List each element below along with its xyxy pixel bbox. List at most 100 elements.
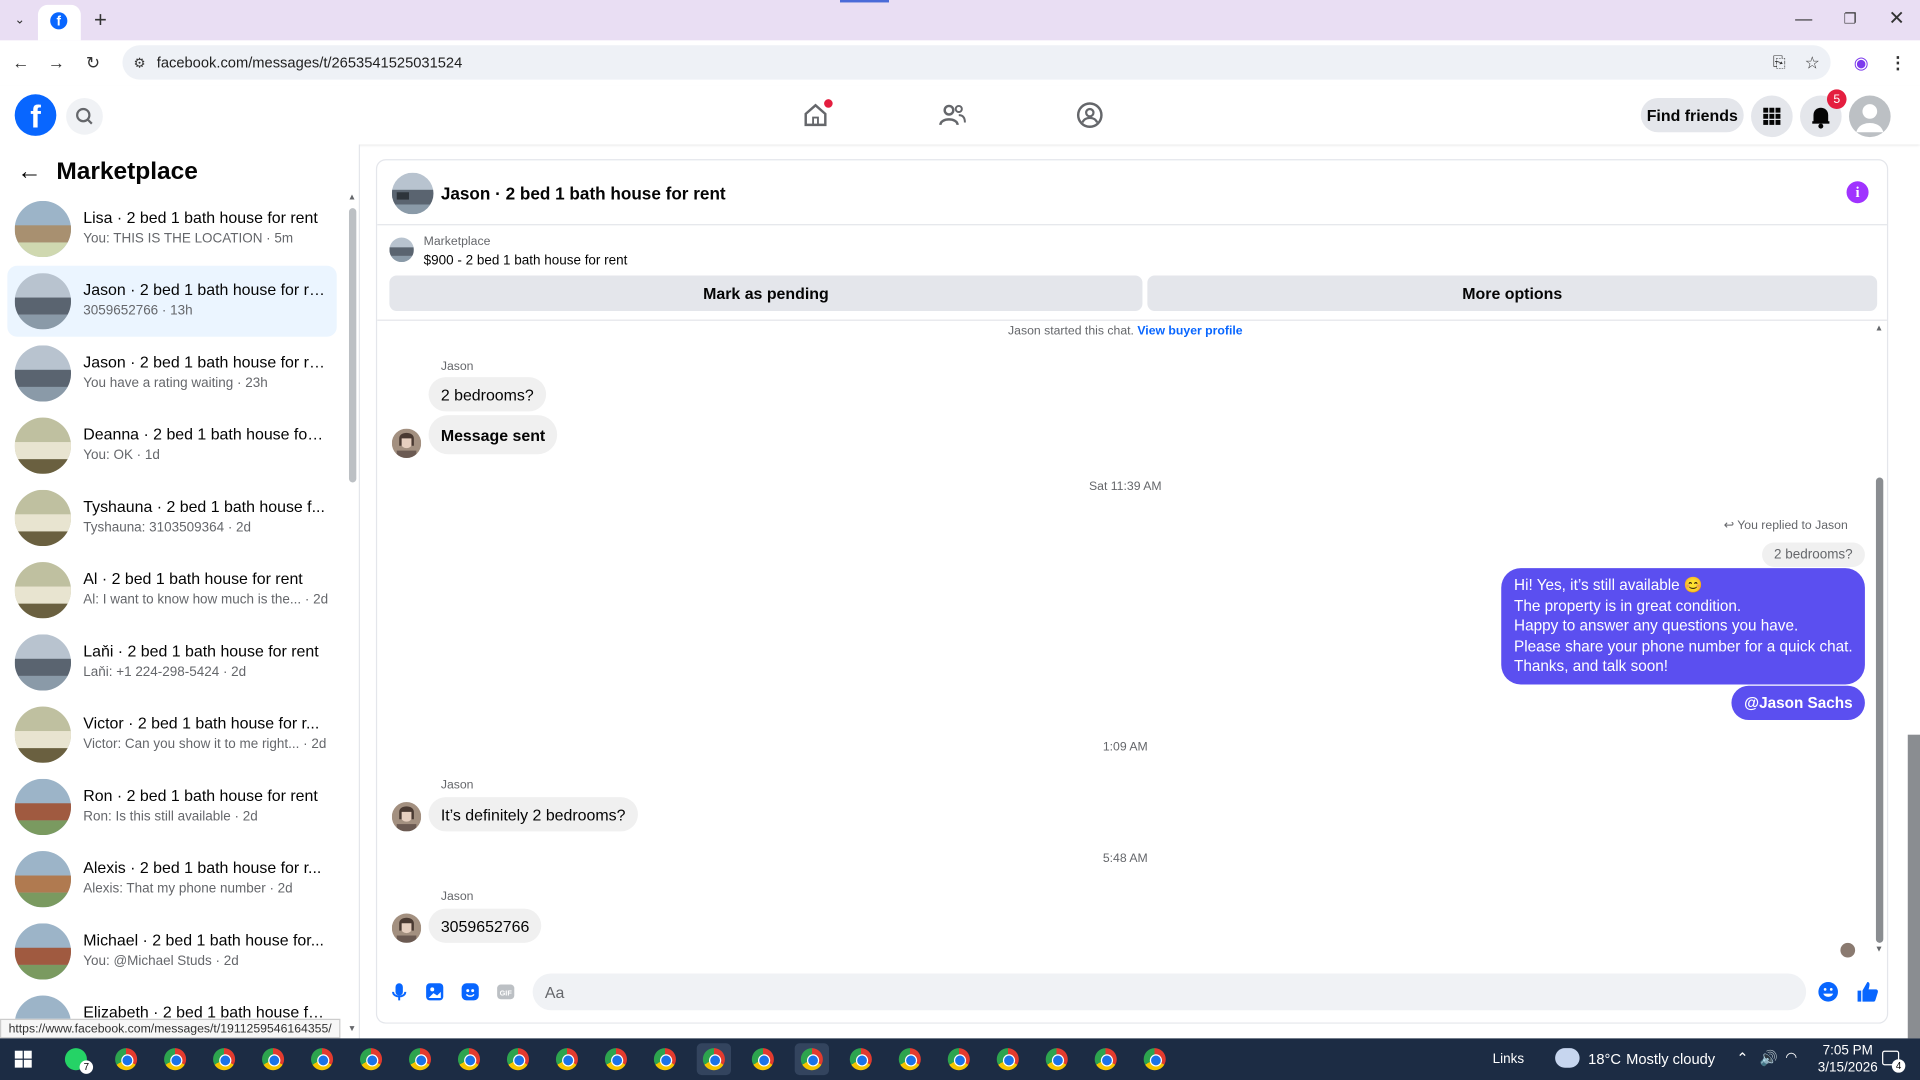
conversation-item[interactable]: Alexis · 2 bed 1 bath house for r... Alex… bbox=[7, 844, 336, 915]
chat-scroll-up-icon[interactable]: ▲ bbox=[1875, 324, 1883, 333]
taskbar-chrome-window[interactable] bbox=[207, 1043, 241, 1075]
bookmark-star-icon[interactable]: ☆ bbox=[1801, 51, 1823, 73]
close-window-icon[interactable]: ✕ bbox=[1886, 7, 1908, 30]
message-input[interactable]: Aa bbox=[532, 973, 1807, 1011]
browser-menu-icon[interactable]: ⋮ bbox=[1887, 51, 1909, 73]
friends-icon[interactable] bbox=[938, 100, 967, 129]
weather-temperature[interactable]: 18°C bbox=[1588, 1051, 1621, 1068]
sender-avatar[interactable] bbox=[391, 428, 422, 458]
taskbar-chrome-window[interactable] bbox=[1040, 1043, 1074, 1075]
taskbar-chrome-window[interactable] bbox=[501, 1043, 535, 1075]
message-sender: Jason bbox=[440, 890, 474, 904]
chat-avatar[interactable] bbox=[391, 172, 434, 215]
mention-message[interactable]: @Jason Sachs bbox=[1731, 685, 1865, 721]
groups-icon[interactable] bbox=[1075, 100, 1104, 129]
conversation-item[interactable]: Lisa · 2 bed 1 bath house for rent You: T… bbox=[7, 193, 336, 264]
thumbs-up-icon[interactable] bbox=[1855, 980, 1879, 1004]
reload-icon[interactable]: ↻ bbox=[82, 51, 104, 73]
emoji-icon[interactable] bbox=[1817, 981, 1839, 1003]
incoming-message[interactable]: Message sent bbox=[428, 415, 558, 455]
sticker-icon[interactable] bbox=[459, 981, 481, 1003]
clock-time[interactable]: 7:05 PM bbox=[1812, 1043, 1883, 1058]
wifi-icon[interactable]: ◠ bbox=[1785, 1049, 1797, 1066]
browser-tab-facebook[interactable]: f bbox=[37, 4, 81, 41]
sidebar-scroll-up-icon[interactable]: ▲ bbox=[348, 193, 356, 202]
site-info-icon[interactable]: ⚙ bbox=[130, 53, 150, 73]
page-scrollbar[interactable] bbox=[1907, 734, 1920, 1039]
conversation-item[interactable]: Deanna · 2 bed 1 bath house for ... You: … bbox=[7, 410, 336, 481]
listing-thumbnail[interactable] bbox=[389, 237, 414, 263]
taskbar-chrome-window[interactable] bbox=[403, 1043, 437, 1075]
conversation-item[interactable]: Ron · 2 bed 1 bath house for rent Ron: Is… bbox=[7, 771, 336, 842]
browser-tab-strip: ⌄ f + — ❐ ✕ bbox=[0, 0, 1920, 41]
chat-scrollbar[interactable] bbox=[1875, 477, 1884, 943]
taskbar-chrome-window[interactable] bbox=[844, 1043, 878, 1075]
taskbar-links[interactable]: Links bbox=[1493, 1052, 1524, 1067]
conversation-item[interactable]: Tyshauna · 2 bed 1 bath house f... Tyshau… bbox=[7, 482, 336, 553]
chat-scroll-down-icon[interactable]: ▼ bbox=[1875, 945, 1883, 954]
sidebar-scrollbar[interactable] bbox=[348, 208, 357, 483]
search-button[interactable] bbox=[66, 97, 103, 135]
windows-start-icon[interactable] bbox=[14, 1050, 32, 1068]
taskbar-chrome-window[interactable] bbox=[452, 1043, 486, 1075]
menu-button[interactable] bbox=[1751, 95, 1793, 138]
taskbar-chrome-window[interactable] bbox=[794, 1043, 829, 1076]
clock-date[interactable]: 3/15/2026 bbox=[1812, 1060, 1883, 1075]
conversation-item[interactable]: Victor · 2 bed 1 bath house for r... Vict… bbox=[7, 699, 336, 770]
tab-search-chevron-icon[interactable]: ⌄ bbox=[10, 10, 30, 30]
conversation-item[interactable]: Jason · 2 bed 1 bath house for re... You … bbox=[7, 338, 336, 409]
taskbar-chrome-window[interactable] bbox=[305, 1043, 339, 1075]
photo-icon[interactable] bbox=[424, 981, 446, 1003]
tray-chevron-icon[interactable]: ⌃ bbox=[1736, 1049, 1748, 1066]
account-avatar[interactable] bbox=[1848, 95, 1891, 138]
taskbar-chrome-window[interactable] bbox=[746, 1043, 780, 1075]
taskbar-chrome-window[interactable] bbox=[893, 1043, 927, 1075]
profile-icon[interactable]: ◉ bbox=[1850, 51, 1872, 73]
conversation-item[interactable]: Jason · 2 bed 1 bath house for re... 3059… bbox=[7, 265, 337, 337]
quoted-message[interactable]: 2 bedrooms? bbox=[1761, 542, 1865, 567]
chat-title[interactable]: Jason · 2 bed 1 bath house for rent bbox=[441, 184, 726, 204]
forward-icon[interactable]: → bbox=[45, 51, 67, 73]
taskbar-chrome-window[interactable] bbox=[158, 1043, 192, 1075]
back-arrow-icon[interactable]: ← bbox=[17, 158, 41, 186]
incoming-message[interactable]: 2 bedrooms? bbox=[428, 377, 546, 412]
conversation-item[interactable]: Al · 2 bed 1 bath house for rent Al: I wa… bbox=[7, 555, 336, 626]
listing-title[interactable]: $900 - 2 bed 1 bath house for rent bbox=[424, 253, 628, 268]
taskbar-chrome-window[interactable] bbox=[1138, 1043, 1172, 1075]
sender-avatar[interactable] bbox=[391, 913, 422, 943]
conversation-item[interactable]: Laňi · 2 bed 1 bath house for rent Laňi: … bbox=[7, 627, 336, 698]
incoming-message[interactable]: 3059652766 bbox=[428, 908, 542, 943]
taskbar-chrome-window[interactable] bbox=[648, 1043, 682, 1075]
sidebar-scroll-down-icon[interactable]: ▼ bbox=[348, 1025, 356, 1034]
taskbar-chrome-window[interactable] bbox=[550, 1043, 584, 1075]
install-app-icon[interactable]: ⎘ bbox=[1768, 51, 1790, 73]
view-buyer-profile-link[interactable]: View buyer profile bbox=[1137, 324, 1242, 337]
restore-icon[interactable]: ❐ bbox=[1839, 7, 1861, 29]
mark-as-pending-button[interactable]: Mark as pending bbox=[389, 275, 1143, 312]
taskbar-chrome-window[interactable] bbox=[942, 1043, 976, 1075]
taskbar-chrome-window[interactable] bbox=[1089, 1043, 1123, 1075]
back-icon[interactable]: ← bbox=[10, 51, 32, 73]
taskbar-chrome-window[interactable] bbox=[991, 1043, 1025, 1075]
microphone-icon[interactable] bbox=[388, 981, 410, 1003]
minimize-icon[interactable]: — bbox=[1793, 7, 1815, 29]
taskbar-chrome-window[interactable] bbox=[256, 1043, 290, 1075]
address-bar[interactable]: ⚙ facebook.com/messages/t/26535415250315… bbox=[122, 45, 1831, 80]
gif-icon[interactable]: GIF bbox=[495, 981, 517, 1003]
conversation-item[interactable]: Michael · 2 bed 1 bath house for... You: … bbox=[7, 916, 336, 987]
outgoing-message[interactable]: Hi! Yes, it’s still available 😊 The prope… bbox=[1501, 568, 1865, 684]
facebook-logo[interactable]: f bbox=[14, 94, 57, 136]
volume-icon[interactable]: 🔊 bbox=[1760, 1049, 1778, 1066]
info-icon[interactable]: i bbox=[1846, 181, 1869, 204]
sender-avatar[interactable] bbox=[391, 802, 422, 832]
more-options-button[interactable]: More options bbox=[1147, 275, 1878, 312]
taskbar-chrome-window[interactable] bbox=[696, 1043, 732, 1076]
taskbar-whatsapp[interactable]: 7 bbox=[60, 1043, 94, 1075]
weather-condition[interactable]: Mostly cloudy bbox=[1626, 1051, 1715, 1068]
new-tab-plus-icon[interactable]: + bbox=[91, 7, 111, 31]
taskbar-chrome-window[interactable] bbox=[354, 1043, 388, 1075]
find-friends-button[interactable]: Find friends bbox=[1640, 97, 1744, 133]
incoming-message[interactable]: It’s definitely 2 bedrooms? bbox=[428, 797, 638, 832]
taskbar-chrome-window[interactable] bbox=[109, 1043, 143, 1075]
taskbar-chrome-window[interactable] bbox=[599, 1043, 633, 1075]
